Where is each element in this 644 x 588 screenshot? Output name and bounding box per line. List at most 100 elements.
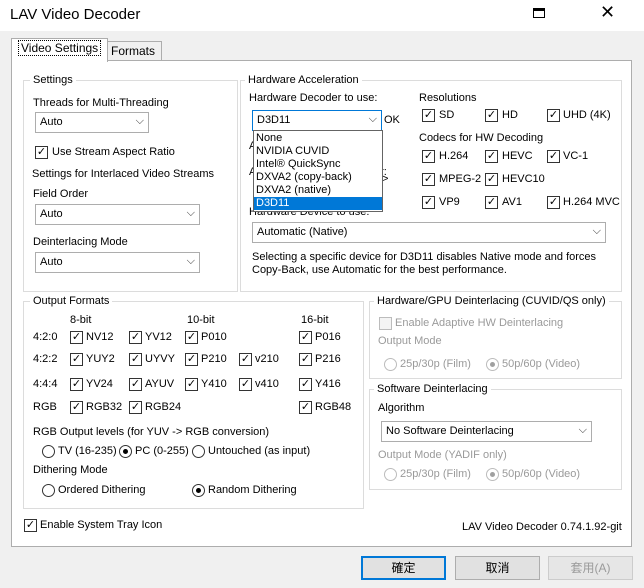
tab-label: Formats bbox=[111, 44, 156, 58]
adaptive-hw-deint-checkbox[interactable] bbox=[379, 317, 392, 330]
deint-mode-label: Deinterlacing Mode bbox=[33, 236, 128, 248]
stream-aspect-checkbox[interactable]: ✓ bbox=[35, 146, 48, 159]
algorithm-label: Algorithm bbox=[378, 402, 425, 414]
row-label-420: 4:2:0 bbox=[33, 331, 58, 343]
hw-mode-film-radio[interactable] bbox=[384, 358, 397, 371]
rgb-level-untouched-label: Untouched (as input) bbox=[208, 445, 311, 457]
deint-mode-select[interactable]: Auto ⌵ bbox=[35, 252, 200, 273]
res-sd-checkbox[interactable]: ✓ bbox=[422, 109, 435, 122]
apply-button[interactable]: 套用(A) bbox=[548, 556, 633, 580]
res-hd-label: HD bbox=[502, 109, 518, 121]
algorithm-value: No Software Deinterlacing bbox=[386, 425, 514, 437]
format-nv12-checkbox[interactable]: ✓ bbox=[70, 331, 83, 344]
codec-vp9-checkbox[interactable]: ✓ bbox=[422, 196, 435, 209]
settings-group-label: Settings bbox=[30, 74, 76, 86]
format-rgb32-checkbox[interactable]: ✓ bbox=[70, 401, 83, 414]
version-label: LAV Video Decoder 0.74.1.92-git bbox=[462, 521, 622, 533]
hw-mode-video-radio[interactable] bbox=[486, 358, 499, 371]
dither-ordered-radio[interactable] bbox=[42, 484, 55, 497]
radio-dot bbox=[490, 472, 495, 477]
codec-hevc-checkbox[interactable]: ✓ bbox=[485, 150, 498, 163]
format-v210-checkbox[interactable]: ✓ bbox=[239, 353, 252, 366]
sw-mode-video-radio[interactable] bbox=[486, 468, 499, 481]
sw-mode-film-radio[interactable] bbox=[384, 468, 397, 481]
format-uyvy-label: UYVY bbox=[145, 353, 175, 365]
codec-vc1-checkbox[interactable]: ✓ bbox=[547, 150, 560, 163]
codec-h264-checkbox[interactable]: ✓ bbox=[422, 150, 435, 163]
hw-decoder-select[interactable]: D3D11 ⌵ bbox=[252, 110, 382, 131]
format-v410-checkbox[interactable]: ✓ bbox=[239, 378, 252, 391]
format-yuy2-checkbox[interactable]: ✓ bbox=[70, 353, 83, 366]
field-order-select[interactable]: Auto ⌵ bbox=[35, 204, 200, 225]
ok-button[interactable]: 確定 bbox=[361, 556, 446, 580]
dropdown-option-intel-quicksync[interactable]: Intel® QuickSync bbox=[254, 158, 382, 171]
window-menu-icon[interactable] bbox=[533, 8, 545, 18]
codec-av1-checkbox[interactable]: ✓ bbox=[485, 196, 498, 209]
dropdown-option-dxva2-native[interactable]: DXVA2 (native) bbox=[254, 184, 382, 197]
format-y416-label: Y416 bbox=[315, 378, 341, 390]
radio-dot bbox=[196, 488, 201, 493]
dropdown-option-d3d11[interactable]: D3D11 bbox=[254, 197, 382, 210]
sw-mode-video-label: 50p/60p (Video) bbox=[502, 468, 581, 480]
codec-h264-label: H.264 bbox=[439, 150, 469, 162]
format-yv24-label: YV24 bbox=[86, 378, 113, 390]
res-hd-checkbox[interactable]: ✓ bbox=[485, 109, 498, 122]
format-y416-checkbox[interactable]: ✓ bbox=[299, 378, 312, 391]
chevron-down-icon: ⌵ bbox=[186, 255, 195, 267]
system-tray-checkbox[interactable]: ✓ bbox=[24, 519, 37, 532]
format-yv12-label: YV12 bbox=[145, 331, 172, 343]
format-rgb24-checkbox[interactable]: ✓ bbox=[129, 401, 142, 414]
rgb-level-untouched-radio[interactable] bbox=[192, 445, 205, 458]
format-ayuv-checkbox[interactable]: ✓ bbox=[129, 378, 142, 391]
res-uhd-checkbox[interactable]: ✓ bbox=[547, 109, 560, 122]
col-header-10bit: 10-bit bbox=[187, 314, 215, 326]
format-p010-checkbox[interactable]: ✓ bbox=[185, 331, 198, 344]
chevron-down-icon: ⌵ bbox=[186, 207, 195, 219]
format-p216-checkbox[interactable]: ✓ bbox=[299, 353, 312, 366]
format-p016-checkbox[interactable]: ✓ bbox=[299, 331, 312, 344]
tab-video-settings[interactable]: Video Settings bbox=[11, 38, 109, 62]
algorithm-select[interactable]: No Software Deinterlacing ⌵ bbox=[381, 421, 592, 442]
chevron-down-icon: ⌵ bbox=[592, 225, 601, 237]
codec-h264mvc-label: H.264 MVC bbox=[563, 196, 620, 208]
field-order-value: Auto bbox=[40, 208, 63, 220]
threads-value: Auto bbox=[40, 116, 63, 128]
cancel-button[interactable]: 取消 bbox=[455, 556, 540, 580]
dropdown-option-nvidia-cuvid[interactable]: NVIDIA CUVID bbox=[254, 145, 382, 158]
format-yv12-checkbox[interactable]: ✓ bbox=[129, 331, 142, 344]
codec-hevc10-checkbox[interactable]: ✓ bbox=[485, 173, 498, 186]
format-p010-label: P010 bbox=[201, 331, 227, 343]
codec-mpeg2-checkbox[interactable]: ✓ bbox=[422, 173, 435, 186]
res-uhd-label: UHD (4K) bbox=[563, 109, 611, 121]
rgb-level-pc-label: PC (0-255) bbox=[135, 445, 189, 457]
format-y410-checkbox[interactable]: ✓ bbox=[185, 378, 198, 391]
format-rgb48-checkbox[interactable]: ✓ bbox=[299, 401, 312, 414]
hw-device-value: Automatic (Native) bbox=[257, 226, 348, 238]
dropdown-option-dxva2-copy-back[interactable]: DXVA2 (copy-back) bbox=[254, 171, 382, 184]
format-y410-label: Y410 bbox=[201, 378, 227, 390]
threads-label: Threads for Multi-Threading bbox=[33, 97, 169, 109]
format-uyvy-checkbox[interactable]: ✓ bbox=[129, 353, 142, 366]
interlaced-label: Settings for Interlaced Video Streams bbox=[32, 168, 215, 180]
tab-formats[interactable]: Formats bbox=[104, 41, 163, 60]
format-yv24-checkbox[interactable]: ✓ bbox=[70, 378, 83, 391]
format-p210-label: P210 bbox=[201, 353, 227, 365]
sw-output-mode-label: Output Mode (YADIF only) bbox=[378, 449, 507, 461]
resolutions-label: Resolutions bbox=[419, 92, 477, 104]
dropdown-option-none[interactable]: None bbox=[254, 132, 382, 145]
res-sd-label: SD bbox=[439, 109, 455, 121]
output-formats-group-label: Output Formats bbox=[30, 295, 113, 307]
tab-label: Video Settings bbox=[18, 40, 102, 56]
chevron-down-icon: ⌵ bbox=[368, 113, 377, 125]
dither-random-radio[interactable] bbox=[192, 484, 205, 497]
format-p210-checkbox[interactable]: ✓ bbox=[185, 353, 198, 366]
close-icon[interactable]: ✕ bbox=[600, 2, 615, 23]
hw-device-select[interactable]: Automatic (Native) ⌵ bbox=[252, 222, 606, 243]
rgb-level-pc-radio[interactable] bbox=[119, 445, 132, 458]
radio-dot bbox=[123, 449, 128, 454]
codec-h264mvc-checkbox[interactable]: ✓ bbox=[547, 196, 560, 209]
hw-decoder-value: D3D11 bbox=[257, 114, 291, 126]
rgb-level-tv-radio[interactable] bbox=[42, 445, 55, 458]
hw-decoder-dropdown-list: None NVIDIA CUVID Intel® QuickSync DXVA2… bbox=[253, 130, 383, 212]
threads-select[interactable]: Auto ⌵ bbox=[35, 112, 149, 133]
